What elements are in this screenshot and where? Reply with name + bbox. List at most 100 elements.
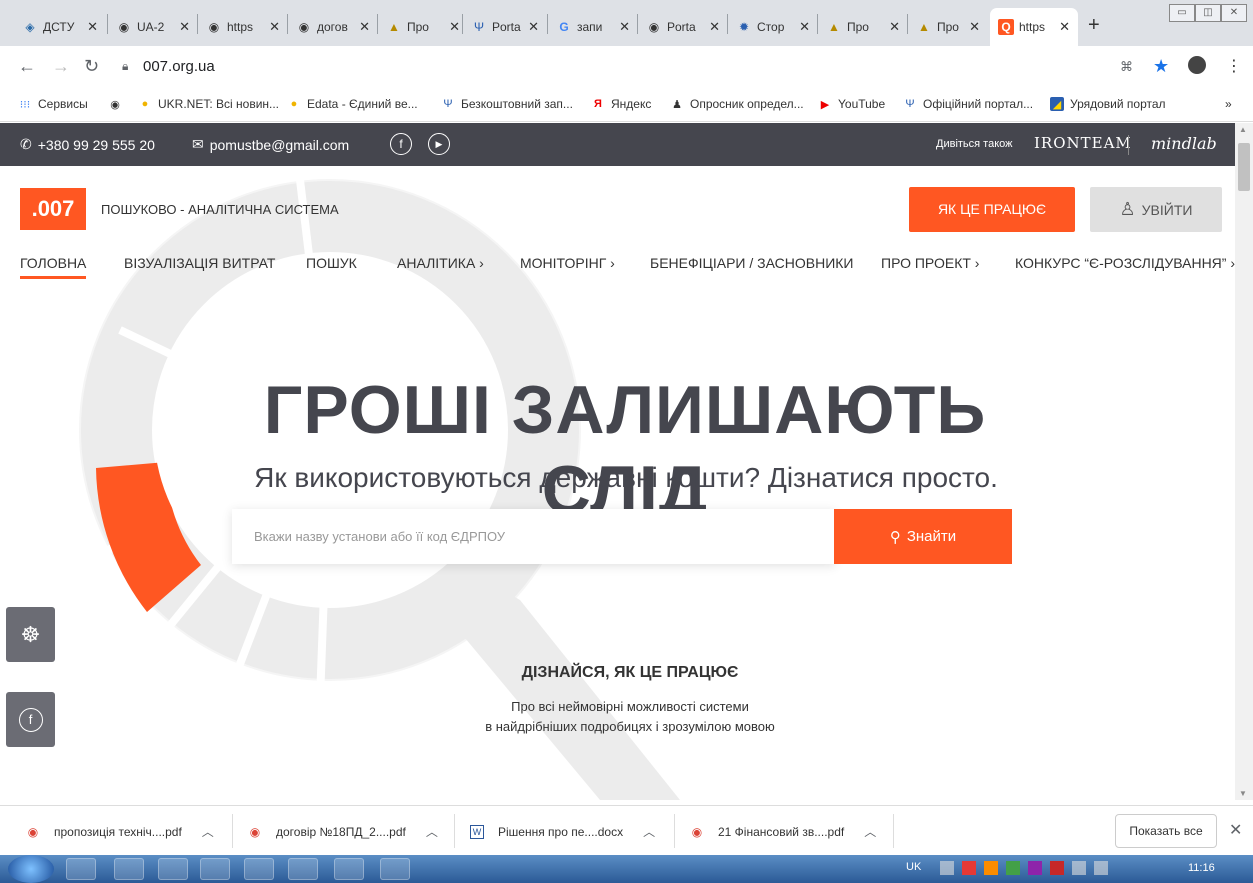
menu-item-visualization[interactable]: ВІЗУАЛІЗАЦІЯ ВИТРАТ	[124, 255, 275, 271]
new-tab-button[interactable]: +	[1088, 14, 1100, 37]
explorer-taskbar-icon[interactable]	[66, 858, 96, 880]
tab[interactable]: ◉ догов ✕	[288, 8, 378, 46]
menu-item-monitoring[interactable]: МОНІТОРІНГ ›	[520, 255, 615, 271]
app-taskbar-icon[interactable]	[114, 858, 144, 880]
tab[interactable]: G запи ✕	[548, 8, 638, 46]
trident-icon: Ψ	[443, 98, 453, 110]
menu-item-search[interactable]: ПОШУК	[306, 255, 357, 271]
chrome-taskbar-icon[interactable]	[158, 858, 188, 880]
tab[interactable]: ◉ UA-2 ✕	[108, 8, 198, 46]
clock[interactable]: 11:16	[1188, 862, 1215, 874]
language-indicator[interactable]: UK	[906, 861, 921, 873]
bookmark-item[interactable]: ♟ Опросник определ...	[670, 97, 804, 111]
maximize-button[interactable]: ◫	[1195, 4, 1221, 22]
google-icon: G	[559, 20, 569, 34]
play-icon[interactable]: ▶	[428, 133, 450, 155]
bookmark-item[interactable]: ▶ YouTube	[818, 97, 885, 111]
bookmark-star-icon[interactable]: ★	[1153, 56, 1169, 77]
start-button[interactable]	[8, 855, 54, 883]
close-window-button[interactable]: ✕	[1221, 4, 1247, 22]
close-icon[interactable]: ✕	[359, 19, 370, 35]
building-icon: ▲	[388, 20, 400, 34]
show-all-downloads-button[interactable]: Показать все	[1115, 814, 1217, 848]
forward-button[interactable]: →	[52, 56, 70, 77]
page-scrollbar[interactable]: ▲ ▼	[1235, 123, 1253, 800]
chevron-up-icon[interactable]: ︿	[864, 823, 876, 840]
learn-description: Про всі неймовірні можливості системи в …	[485, 699, 775, 734]
download-item[interactable]: W Рішення про пе....docx ︿	[470, 823, 655, 840]
bookmark-item[interactable]: ● UKR.NET: Всі новин...	[138, 97, 279, 111]
bookmark-item[interactable]: Ψ Безкоштовний зап...	[441, 97, 573, 111]
scrollbar-thumb[interactable]	[1238, 143, 1250, 191]
menu-item-about[interactable]: ПРО ПРОЕКТ ›	[881, 255, 979, 271]
ie-taskbar-icon[interactable]	[244, 858, 274, 880]
facebook-side-button[interactable]: f	[6, 692, 55, 747]
download-item[interactable]: ◉ пропозиція техніч....pdf ︿	[26, 823, 214, 840]
close-icon[interactable]: ✕	[969, 19, 980, 35]
close-icon[interactable]: ✕	[449, 19, 460, 35]
media-taskbar-icon[interactable]	[200, 858, 230, 880]
bookmark-item[interactable]: ◢ Урядовий портал	[1050, 97, 1166, 111]
tab[interactable]: ✹ Стор ✕	[728, 8, 818, 46]
search-icon: ⚲	[889, 528, 901, 546]
phone-link[interactable]: ✆ +380 99 29 555 20	[20, 136, 155, 153]
site-logo[interactable]: .007	[20, 188, 86, 230]
search-input[interactable]: Вкажи назву установи або її код ЄДРПОУ	[232, 509, 835, 564]
word-taskbar-icon[interactable]	[380, 858, 410, 880]
menu-item-beneficiaries[interactable]: БЕНЕФІЦІАРИ / ЗАСНОВНИКИ	[650, 255, 854, 271]
bookmark-item[interactable]: ● Edata - Єдиний ве...	[287, 97, 418, 111]
apps-icon: ⁝⁝⁝	[19, 98, 31, 111]
back-button[interactable]: ←	[18, 56, 36, 77]
menu-item-home[interactable]: ГОЛОВНА	[20, 255, 87, 279]
profile-avatar[interactable]	[1188, 56, 1206, 74]
close-downloads-icon[interactable]: ✕	[1229, 820, 1242, 840]
close-icon[interactable]: ✕	[1059, 19, 1070, 35]
tab-active[interactable]: Q https ✕	[990, 8, 1078, 46]
tab[interactable]: ▲ Про ✕	[908, 8, 988, 46]
ironteam-logo[interactable]: IRONTEAM	[1034, 134, 1132, 152]
how-it-works-button[interactable]: ЯК ЦЕ ПРАЦЮЄ	[909, 187, 1075, 232]
tab[interactable]: Ψ Porta ✕	[463, 8, 547, 46]
chevron-up-icon[interactable]: ︿	[202, 823, 214, 840]
close-icon[interactable]: ✕	[269, 19, 280, 35]
url-field[interactable]: 007.org.ua	[143, 58, 215, 75]
minimize-button[interactable]: ▭	[1169, 4, 1195, 22]
bug-report-button[interactable]: ☸	[6, 607, 55, 662]
close-icon[interactable]: ✕	[179, 19, 190, 35]
menu-dots-icon[interactable]: ⋮	[1226, 56, 1242, 76]
close-icon[interactable]: ✕	[889, 19, 900, 35]
translate-icon[interactable]: ⌘	[1120, 59, 1133, 75]
bookmark-item[interactable]: ⁝⁝⁝ Сервисы	[18, 97, 88, 111]
close-icon[interactable]: ✕	[619, 19, 630, 35]
tab[interactable]: ▲ Про ✕	[818, 8, 908, 46]
mindlab-logo[interactable]: mindlab	[1151, 134, 1217, 153]
download-item[interactable]: ◉ 21 Фінансовий зв....pdf ︿	[690, 823, 876, 840]
download-item[interactable]: ◉ договір №18ПД_2....pdf ︿	[248, 823, 438, 840]
bookmark-item[interactable]: Я Яндекс	[591, 97, 651, 111]
search-button[interactable]: ⚲ Знайти	[834, 509, 1012, 564]
chevron-up-icon[interactable]: ︿	[426, 823, 438, 840]
tab[interactable]: ◈ ДСТУ ✕	[14, 8, 106, 46]
trident-icon: Ψ	[473, 20, 485, 34]
menu-item-analytics[interactable]: АНАЛІТИКА ›	[397, 255, 484, 271]
close-icon[interactable]: ✕	[528, 19, 539, 35]
reload-button[interactable]: ↻	[84, 56, 99, 77]
bookmark-item[interactable]: ◉	[108, 97, 128, 111]
tab[interactable]: ▲ Про ✕	[378, 8, 468, 46]
email-link[interactable]: ✉ pomustbe@gmail.com	[192, 136, 349, 153]
app-taskbar-icon[interactable]	[334, 858, 364, 880]
viber-taskbar-icon[interactable]	[288, 858, 318, 880]
tab[interactable]: ◉ https ✕	[198, 8, 288, 46]
bookmarks-overflow-icon[interactable]: »	[1225, 97, 1232, 111]
close-icon[interactable]: ✕	[709, 19, 720, 35]
bookmark-item[interactable]: Ψ Офіційний портал...	[903, 97, 1033, 111]
close-icon[interactable]: ✕	[799, 19, 810, 35]
chevron-up-icon[interactable]: ︿	[643, 823, 655, 840]
close-icon[interactable]: ✕	[87, 19, 98, 35]
facebook-icon[interactable]: f	[390, 133, 412, 155]
learn-title[interactable]: ДІЗНАЙСЯ, ЯК ЦЕ ПРАЦЮЄ	[420, 664, 840, 682]
menu-item-contest[interactable]: КОНКУРС “Є-РОЗСЛІДУВАННЯ” ›	[1015, 255, 1235, 271]
login-button[interactable]: ♙ УВІЙТИ	[1090, 187, 1222, 232]
tab[interactable]: ◉ Porta ✕	[638, 8, 728, 46]
see-also-label: Дивіться також	[936, 138, 1013, 150]
